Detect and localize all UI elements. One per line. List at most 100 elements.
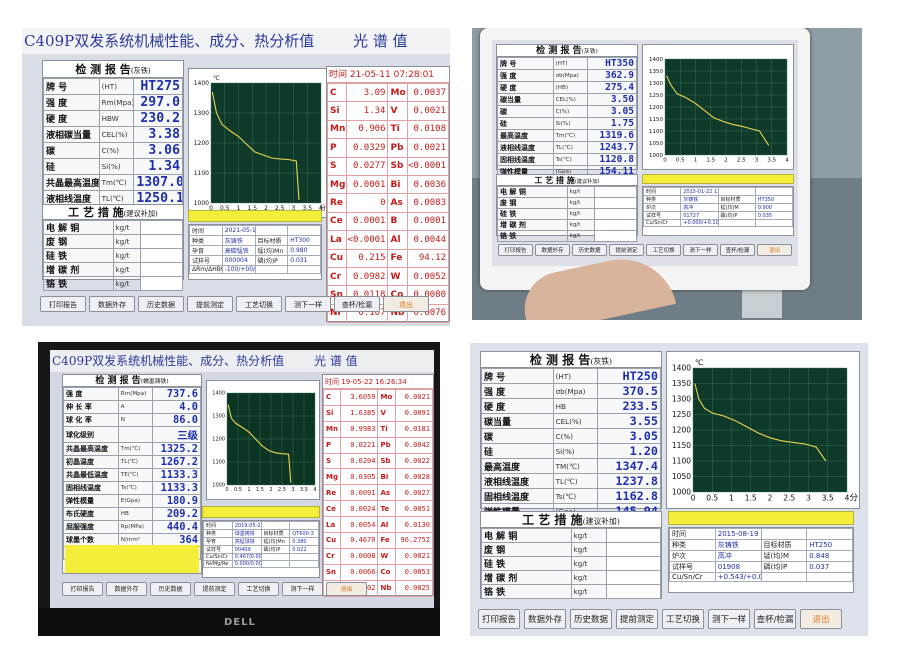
process-label: 电 解 铜 — [43, 220, 114, 235]
toolbar-button-5[interactable]: 测下一样 — [683, 244, 718, 256]
process-input[interactable] — [606, 556, 661, 571]
info-label: Cu/Sn/Cr — [203, 553, 233, 561]
row-value: 3.05 — [597, 428, 661, 444]
toolbar-button-2[interactable]: 历史数据 — [572, 244, 607, 256]
sample-info-panel: 时间2019-05-22 16:25:43种类球墨铸铁目标材质QT600-3孕育… — [202, 520, 320, 578]
cooling-curve-chart: 0 0.5 1 1.5 2 2.5 3 3.5 4 1000 1100 1200 1300 1400 — [206, 380, 320, 500]
status-bar-yellow — [188, 210, 322, 222]
report-row: 硬 度 (HB) 275.4 — [497, 81, 637, 94]
process-input[interactable] — [606, 584, 661, 599]
x-tick-label: 3 — [755, 158, 759, 164]
row-value: 3.06 — [133, 142, 183, 159]
row-unit: Rm(Mpa) — [117, 387, 154, 401]
row-value: 4.0 — [152, 400, 201, 414]
report-row: 碳 C(%) 3.05 — [481, 428, 661, 444]
toolbar-button-4[interactable]: 工艺切换 — [662, 609, 704, 629]
process-input[interactable] — [140, 234, 183, 249]
element-percent: 0.0021 — [406, 101, 450, 121]
toolbar-button-1[interactable]: 数据外存 — [106, 582, 147, 596]
row-unit: Si(%) — [98, 158, 135, 175]
toolbar-button-6[interactable]: 查杯/检漏 — [334, 296, 380, 312]
process-row: 电 解 铜 kg/t — [43, 220, 183, 235]
spectrum-row: Ce 0.0001 B 0.0001 — [326, 211, 450, 232]
toolbar-button-3[interactable]: 提前测定 — [609, 244, 644, 256]
process-row: 电 解 铜 kg/t — [497, 186, 637, 198]
element-percent: 0.906 — [346, 119, 389, 140]
element-percent: 0.0022 — [394, 452, 434, 470]
process-unit: kg/t — [112, 220, 142, 235]
info-row: 种类 灰铸铁 目标材质 HT350 — [642, 195, 794, 204]
process-input[interactable] — [140, 276, 183, 291]
element-percent: 0.0108 — [406, 119, 450, 140]
toolbar-button-0[interactable]: 打印报告 — [478, 609, 520, 629]
process-row: 硅 铁 kg/t — [481, 556, 661, 571]
process-input[interactable] — [594, 208, 637, 220]
row-unit: σb(Mpa) — [552, 383, 599, 399]
toolbar-button-7[interactable]: 退出 — [800, 609, 842, 629]
y-axis-label: ℃ — [213, 75, 220, 82]
toolbar-button-2[interactable]: 历史数据 — [138, 296, 184, 312]
toolbar: 打印报告 数据外存 历史数据 提前测定 工艺切换 测下一样 查杯/检漏 退出 — [40, 296, 429, 312]
toolbar-button-7[interactable]: 退出 — [383, 296, 429, 312]
process-input[interactable] — [140, 262, 183, 277]
process-input[interactable] — [606, 542, 661, 557]
process-subtitle: (建议补加) — [574, 179, 600, 185]
toolbar-button-1[interactable]: 数据外存 — [89, 296, 135, 312]
toolbar-button-3[interactable]: 提前测定 — [187, 296, 233, 312]
x-tick-label: 3 — [291, 487, 294, 493]
row-value: 1133.3 — [152, 468, 201, 482]
toolbar-button-4[interactable]: 工艺切换 — [236, 296, 282, 312]
row-value: 3.05 — [587, 105, 637, 118]
cooling-curve-chart: 0 0.5 1 1.5 2 2.5 3 3.5 4 1000 1050 1100 1150 1200 125… — [642, 44, 794, 170]
toolbar-button-4[interactable]: 工艺切换 — [646, 244, 681, 256]
toolbar-button-2[interactable]: 历史数据 — [570, 609, 612, 629]
spectrum-row: Si 1.6385 V 0.0091 — [322, 404, 434, 422]
spectrum-row: Cu 0.4670 Fe 96.2752 — [322, 532, 434, 549]
toolbar-button-4[interactable]: 工艺切换 — [238, 582, 279, 596]
toolbar-button-6[interactable]: 查杯/检漏 — [720, 244, 755, 256]
report-row: 液相线温度 TL(℃) 1243.7 — [497, 141, 637, 154]
toolbar-button-6[interactable]: 查杯/检漏 — [754, 609, 796, 629]
process-input[interactable] — [594, 197, 637, 209]
info-value — [289, 560, 319, 568]
process-input[interactable] — [594, 219, 637, 231]
toolbar-button-0[interactable]: 打印报告 — [498, 244, 533, 256]
process-input[interactable] — [606, 528, 661, 543]
row-label: 硅 — [481, 443, 554, 459]
toolbar-button-5[interactable]: 测下一样 — [282, 582, 323, 596]
x-tick-label: 3.5 — [767, 158, 776, 164]
toolbar-button-3[interactable]: 提前测定 — [194, 582, 235, 596]
element-symbol: Nb — [377, 579, 396, 597]
process-input[interactable] — [594, 230, 637, 242]
element-percent: 1.34 — [346, 101, 389, 121]
process-input[interactable] — [594, 186, 637, 198]
process-input[interactable] — [140, 220, 183, 235]
info-label: 磷(均)P — [760, 561, 808, 573]
toolbar-button-1[interactable]: 数据外存 — [535, 244, 570, 256]
process-input[interactable] — [606, 570, 661, 585]
toolbar-button-5[interactable]: 测下一样 — [708, 609, 750, 629]
toolbar-button-7[interactable]: 退出 — [757, 244, 792, 256]
process-label: 铬 铁 — [43, 276, 114, 291]
info-value: 灰铸铁 — [714, 539, 762, 551]
element-percent: 0.0027 — [394, 484, 434, 502]
info-value — [289, 553, 319, 561]
toolbar-button-1[interactable]: 数据外存 — [524, 609, 566, 629]
toolbar-button-2[interactable]: 历史数据 — [150, 582, 191, 596]
toolbar-button-3[interactable]: 提前测定 — [616, 609, 658, 629]
toolbar-button-0[interactable]: 打印报告 — [40, 296, 86, 312]
toolbar-button-5[interactable]: 测下一样 — [285, 296, 331, 312]
cooling-curve-chart: 0 0.5 1 1.5 2 2.5 3 3.5 4 1000 1050 1100 1150 1200 125… — [666, 351, 860, 509]
toolbar-button-0[interactable]: 打印报告 — [62, 582, 103, 596]
info-label: Cu/Sn/Cr — [669, 572, 716, 582]
process-row: 硅 铁 kg/t — [43, 248, 183, 263]
process-input[interactable] — [140, 248, 183, 263]
info-value: 高锰球铁 — [231, 537, 262, 546]
x-tick-label: 0 — [691, 494, 696, 503]
info-value: HT350 — [754, 195, 794, 204]
row-unit: TL(℃) — [552, 473, 599, 489]
report-row: 硬 度 HB 233.5 — [481, 398, 661, 414]
element-symbol: Ce — [322, 500, 342, 518]
toolbar-button-6[interactable]: 退出 — [326, 582, 367, 596]
info-row: 炉次 高冲 锰(均)M 0.848 — [669, 550, 853, 562]
